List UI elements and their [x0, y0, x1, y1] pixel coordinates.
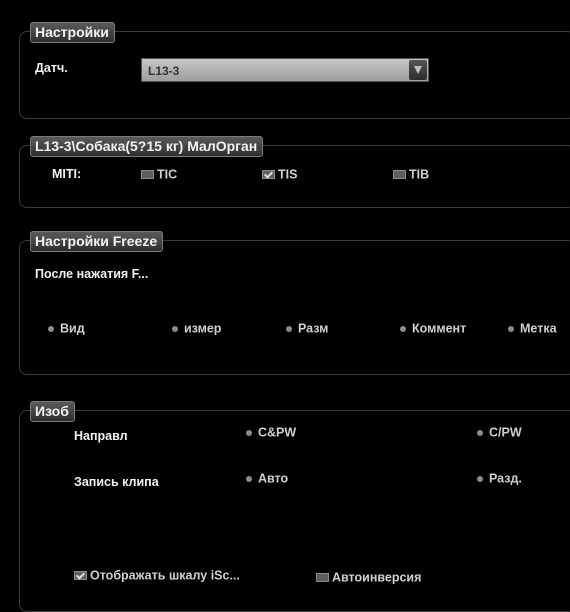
freeze-option-label: Вид — [60, 321, 85, 336]
radio-icon — [246, 429, 252, 436]
freeze-option-comment[interactable]: Коммент — [400, 321, 466, 336]
radio-icon — [477, 429, 483, 436]
chevron-down-icon[interactable] — [409, 60, 427, 80]
auto-invert-checkbox[interactable]: Автоинверсия — [316, 570, 421, 585]
show-iscale-checkbox[interactable]: Отображать шкалу iSc... — [74, 568, 240, 583]
checkbox-icon — [141, 170, 154, 180]
freeze-option-mark[interactable]: Метка — [508, 321, 557, 336]
radio-icon — [477, 475, 483, 482]
radio-icon — [508, 325, 514, 332]
direction-option-label: C&PW — [258, 425, 297, 440]
direction-option-label: C/PW — [489, 425, 522, 440]
radio-icon — [286, 325, 292, 332]
radio-icon — [246, 475, 252, 482]
checkbox-icon — [316, 573, 329, 583]
clip-option-label: Разд. — [489, 471, 522, 486]
show-iscale-label: Отображать шкалу iSc... — [90, 568, 240, 583]
freeze-option-label: Разм — [298, 321, 329, 336]
probe-value: L13-3 — [148, 64, 180, 78]
freeze-group: Настройки Freeze — [19, 231, 570, 375]
freeze-option-view[interactable]: Вид — [48, 321, 85, 336]
tib-checkbox[interactable]: TIB — [393, 167, 429, 182]
clip-option-label: Авто — [258, 471, 289, 486]
image-legend: Изоб — [30, 401, 75, 422]
checkbox-icon — [393, 170, 406, 180]
freeze-option-size[interactable]: Разм — [286, 321, 328, 336]
freeze-option-label: Коммент — [412, 321, 467, 336]
tic-checkbox[interactable]: TIC — [141, 167, 177, 182]
freeze-option-label: Метка — [520, 321, 557, 336]
probe-select[interactable]: L13-3 — [141, 58, 429, 82]
miti-label: MITI: — [52, 167, 82, 181]
tic-label: TIC — [157, 167, 178, 182]
direction-option-cpw[interactable]: C&PW — [246, 425, 296, 440]
radio-icon — [172, 325, 178, 332]
settings-legend: Настройки — [30, 22, 115, 43]
direction-label: Направл — [74, 429, 128, 443]
tis-label: TIS — [278, 167, 298, 182]
after-press-label: После нажатия F... — [35, 267, 149, 281]
radio-icon — [48, 325, 54, 332]
auto-invert-label: Автоинверсия — [332, 570, 422, 585]
miti-legend: L13-3\Собака(5?15 кг) МалОрган — [30, 136, 264, 157]
tis-checkbox[interactable]: TIS — [262, 167, 297, 182]
freeze-option-measure[interactable]: измер — [172, 321, 221, 336]
radio-icon — [400, 325, 406, 332]
tib-label: TIB — [409, 167, 430, 182]
clip-option-separate[interactable]: Разд. — [477, 471, 522, 486]
freeze-legend: Настройки Freeze — [30, 231, 164, 252]
direction-option-c-slash-pw[interactable]: C/PW — [477, 425, 522, 440]
checked-checkbox-icon — [262, 170, 275, 180]
probe-label: Датч. — [35, 61, 68, 75]
freeze-option-label: измер — [184, 321, 222, 336]
checked-checkbox-icon — [74, 571, 87, 581]
clip-option-auto[interactable]: Авто — [246, 471, 288, 486]
clip-label: Запись клипа — [74, 475, 159, 489]
